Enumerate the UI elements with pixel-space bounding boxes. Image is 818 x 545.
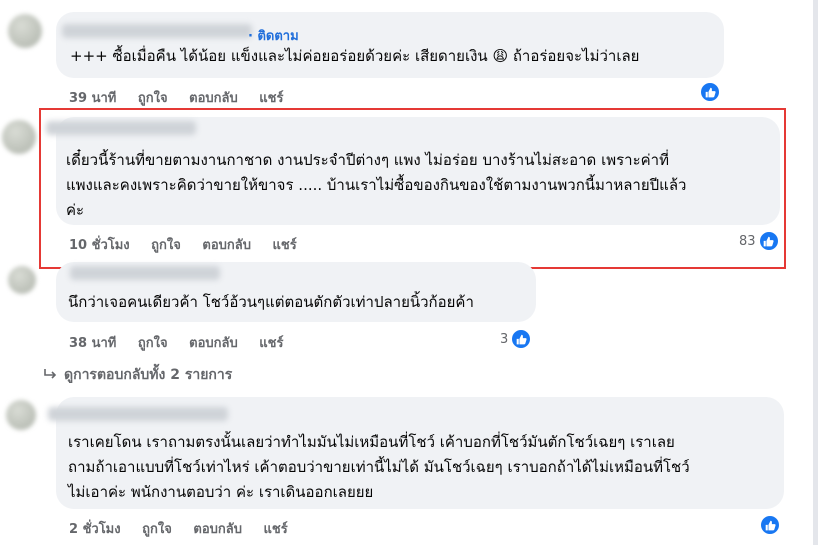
share-link[interactable]: แชร์ bbox=[259, 332, 283, 353]
comment-text: เราเคยโดน เราถามตรงนั้นเลยว่าทำไมมันไม่เ… bbox=[68, 433, 690, 501]
reaction-summary[interactable]: 83 bbox=[739, 231, 779, 251]
commenter-name[interactable] bbox=[70, 266, 220, 280]
like-thumb-icon bbox=[700, 82, 720, 102]
reaction-count: 83 bbox=[739, 233, 756, 249]
reaction-count: 3 bbox=[500, 331, 509, 347]
like-thumb-icon bbox=[758, 231, 779, 251]
reply-link[interactable]: ตอบกลับ bbox=[202, 234, 251, 255]
comment-actions: 10 ชั่วโมง ถูกใจ ตอบกลับ แชร์ bbox=[69, 234, 297, 255]
commenter-name[interactable] bbox=[62, 24, 252, 38]
view-replies-label: ดูการตอบกลับทั้ง 2 รายการ bbox=[64, 367, 233, 383]
comment-text: เดี๋ยวนี้ร้านที่ขายตามงานกาชาด งานประจำป… bbox=[66, 151, 687, 219]
comment-bubble: เราเคยโดน เราถามตรงนั้นเลยว่าทำไมมันไม่เ… bbox=[48, 397, 784, 509]
like-link[interactable]: ถูกใจ bbox=[138, 87, 168, 108]
share-link[interactable]: แชร์ bbox=[273, 234, 297, 255]
reaction-summary[interactable] bbox=[760, 515, 780, 535]
comment-bubble: นึกว่าเจอคนเดียวค้า โชว์อ้วนๆแต่ตอนตักตั… bbox=[56, 262, 536, 322]
comment-actions: 2 ชั่วโมง ถูกใจ ตอบกลับ แชร์ bbox=[69, 518, 288, 539]
commenter-name[interactable] bbox=[48, 407, 228, 421]
avatar[interactable] bbox=[6, 400, 36, 430]
comment-time[interactable]: 38 นาที bbox=[69, 332, 116, 353]
like-link[interactable]: ถูกใจ bbox=[138, 332, 168, 353]
comment-bubble: · ติดตาม +++ ซื้อเมื่อคืน ได้น้อย แข็งแล… bbox=[56, 12, 724, 78]
follow-link[interactable]: · ติดตาม bbox=[248, 25, 299, 46]
comment-time[interactable]: 10 ชั่วโมง bbox=[69, 234, 130, 255]
share-link[interactable]: แชร์ bbox=[259, 87, 283, 108]
reply-link[interactable]: ตอบกลับ bbox=[189, 332, 238, 353]
reaction-summary[interactable]: 3 bbox=[500, 329, 532, 349]
like-thumb-icon bbox=[511, 329, 532, 349]
scrollbar[interactable] bbox=[813, 0, 818, 545]
like-link[interactable]: ถูกใจ bbox=[151, 234, 181, 255]
reaction-summary[interactable] bbox=[700, 82, 720, 102]
comment-actions: 39 นาที ถูกใจ ตอบกลับ แชร์ bbox=[69, 87, 283, 108]
reply-arrow-icon bbox=[44, 369, 57, 379]
view-replies-link[interactable]: ดูการตอบกลับทั้ง 2 รายการ bbox=[44, 364, 232, 386]
like-link[interactable]: ถูกใจ bbox=[142, 518, 172, 539]
commenter-name[interactable] bbox=[46, 121, 196, 135]
comment-time[interactable]: 39 นาที bbox=[69, 87, 116, 108]
reply-link[interactable]: ตอบกลับ bbox=[189, 87, 238, 108]
comment-time[interactable]: 2 ชั่วโมง bbox=[69, 518, 121, 539]
avatar[interactable] bbox=[8, 14, 42, 48]
comment-actions: 38 นาที ถูกใจ ตอบกลับ แชร์ bbox=[69, 332, 283, 353]
reply-link[interactable]: ตอบกลับ bbox=[193, 518, 242, 539]
avatar[interactable] bbox=[2, 120, 36, 154]
share-link[interactable]: แชร์ bbox=[264, 518, 288, 539]
comment-text: นึกว่าเจอคนเดียวค้า โชว์อ้วนๆแต่ตอนตักตั… bbox=[68, 293, 474, 311]
avatar[interactable] bbox=[8, 266, 36, 294]
like-thumb-icon bbox=[760, 515, 780, 535]
comment-bubble: เดี๋ยวนี้ร้านที่ขายตามงานกาชาด งานประจำป… bbox=[46, 117, 780, 225]
comment-text: +++ ซื้อเมื่อคืน ได้น้อย แข็งและไม่ค่อยอ… bbox=[70, 47, 640, 65]
